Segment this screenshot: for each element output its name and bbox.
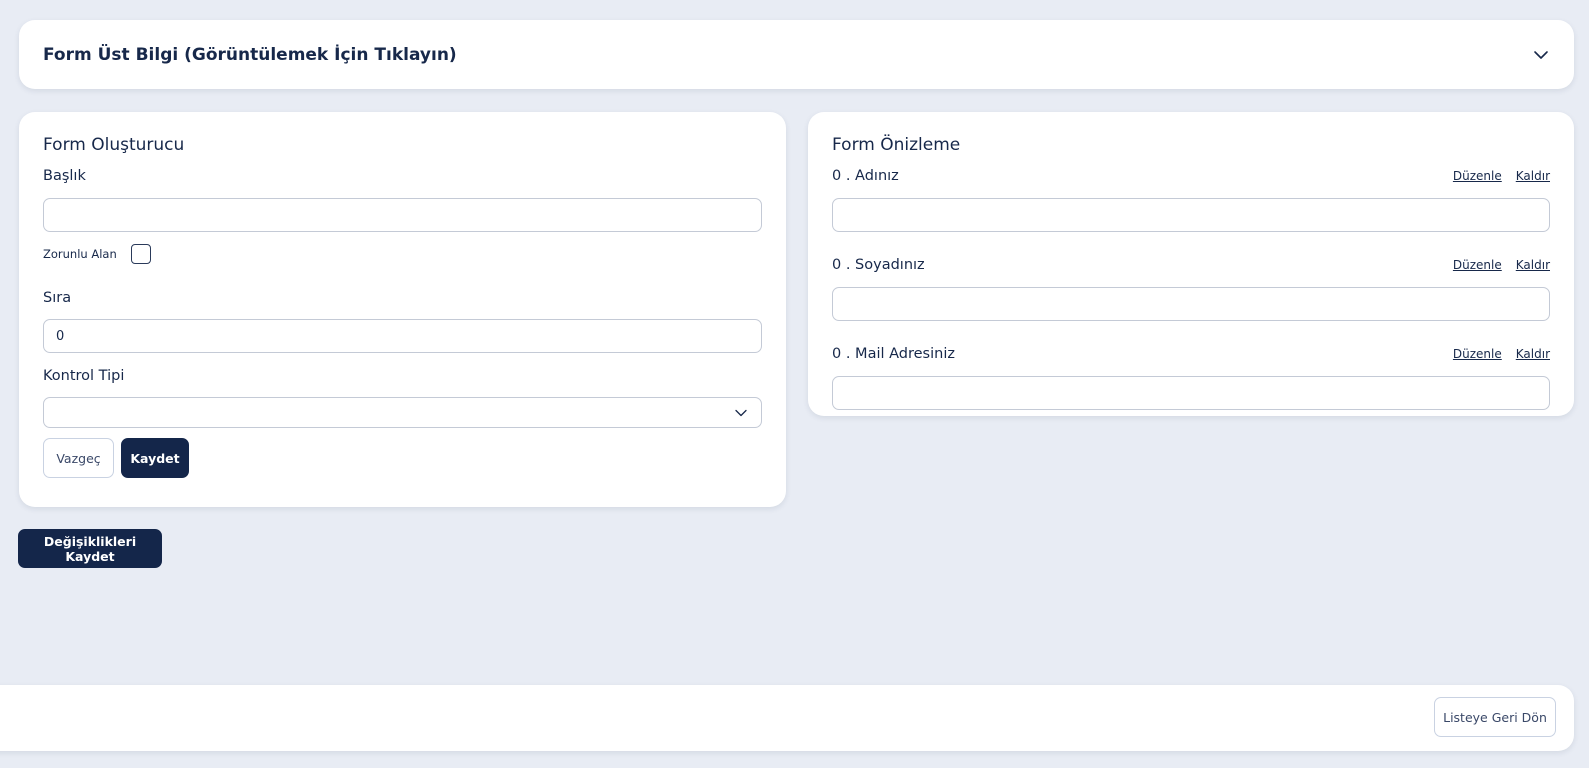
preview-field: 0 . Adınız Düzenle Kaldır <box>832 166 1550 232</box>
order-input[interactable] <box>43 319 762 353</box>
form-preview-title: Form Önizleme <box>832 135 961 155</box>
save-button[interactable]: Kaydet <box>121 438 189 478</box>
preview-field-input[interactable] <box>832 376 1550 410</box>
footer-bar: Listeye Geri Dön <box>0 685 1574 751</box>
save-changes-button[interactable]: Değişiklikleri Kaydet <box>18 529 162 568</box>
form-builder-title: Form Oluşturucu <box>43 135 185 155</box>
form-header-accordion[interactable]: Form Üst Bilgi (Görüntülemek İçin Tıklay… <box>19 20 1574 89</box>
preview-field-label: 0 . Mail Adresiniz <box>832 346 955 362</box>
remove-link[interactable]: Kaldır <box>1516 169 1550 183</box>
control-type-label: Kontrol Tipi <box>43 368 125 384</box>
preview-field-label: 0 . Soyadınız <box>832 257 925 273</box>
cancel-button[interactable]: Vazgeç <box>43 438 114 478</box>
required-field-row: Zorunlu Alan <box>43 244 762 264</box>
preview-field-input[interactable] <box>832 287 1550 321</box>
preview-field: 0 . Mail Adresiniz Düzenle Kaldır <box>832 344 1550 410</box>
remove-link[interactable]: Kaldır <box>1516 258 1550 272</box>
edit-link[interactable]: Düzenle <box>1453 347 1502 361</box>
required-field-label: Zorunlu Alan <box>43 247 117 261</box>
preview-field: 0 . Soyadınız Düzenle Kaldır <box>832 255 1550 321</box>
chevron-down-icon[interactable] <box>1532 46 1550 64</box>
control-type-select[interactable] <box>43 397 762 428</box>
remove-link[interactable]: Kaldır <box>1516 347 1550 361</box>
order-label: Sıra <box>43 290 72 306</box>
form-builder-panel: Form Oluşturucu Başlık Zorunlu Alan Sıra… <box>19 112 786 507</box>
preview-field-label: 0 . Adınız <box>832 168 899 184</box>
edit-link[interactable]: Düzenle <box>1453 258 1502 272</box>
accordion-title: Form Üst Bilgi (Görüntülemek İçin Tıklay… <box>43 44 457 65</box>
required-field-checkbox[interactable] <box>130 244 151 264</box>
title-label: Başlık <box>43 168 86 184</box>
back-to-list-button[interactable]: Listeye Geri Dön <box>1434 697 1556 737</box>
form-preview-panel: Form Önizleme 0 . Adınız Düzenle Kaldır … <box>808 112 1574 416</box>
title-input[interactable] <box>43 198 762 232</box>
control-type-select-wrap <box>43 397 762 428</box>
preview-field-input[interactable] <box>832 198 1550 232</box>
edit-link[interactable]: Düzenle <box>1453 169 1502 183</box>
builder-actions: Vazgeç Kaydet <box>43 438 762 478</box>
